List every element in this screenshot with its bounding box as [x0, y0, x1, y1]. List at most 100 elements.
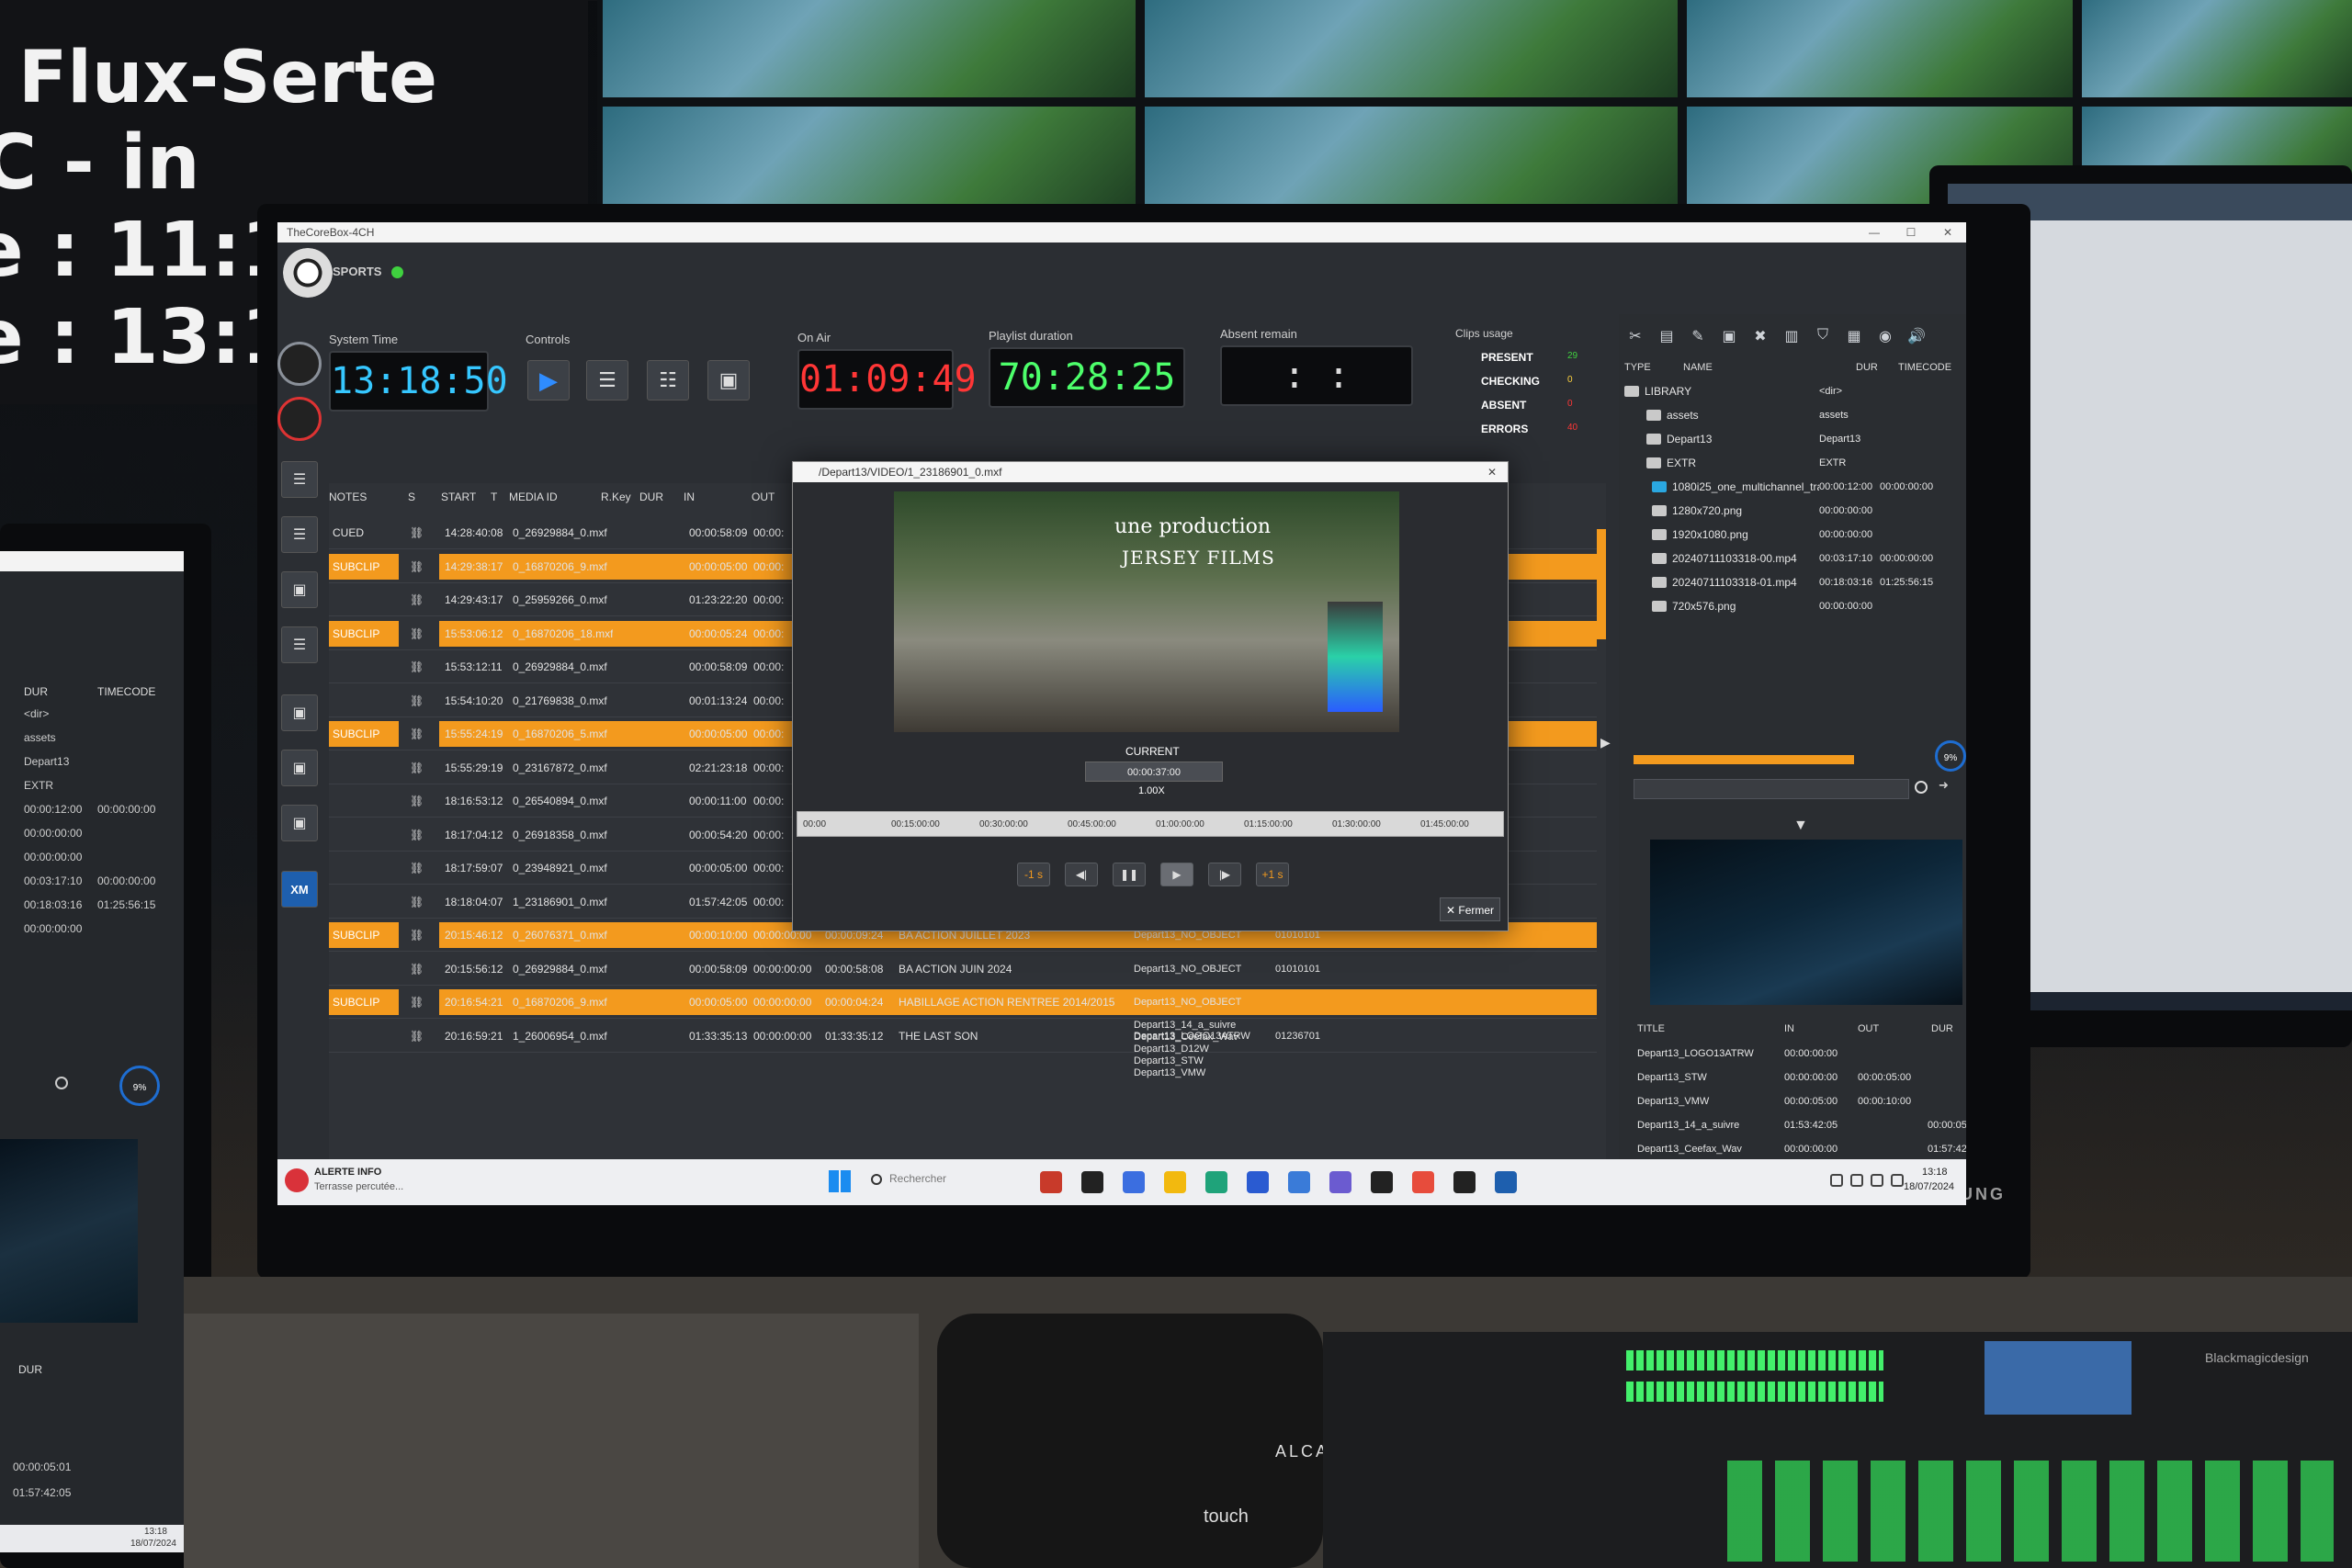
- player-close-icon[interactable]: ✕: [1487, 462, 1497, 482]
- minus-one-second-button[interactable]: -1 s: [1017, 863, 1050, 886]
- playlist-row[interactable]: ⛓ 20:16:59:21 1_26006954_0.mxf 01:33:35:13 0…: [329, 1020, 1597, 1053]
- library-item[interactable]: Depart13 Depart13: [1624, 426, 1955, 450]
- folder-icon[interactable]: ▤: [1656, 327, 1678, 349]
- taskbar-search-input[interactable]: Rechercher: [889, 1172, 946, 1185]
- scissors-icon[interactable]: ✂: [1624, 327, 1646, 349]
- link-icon[interactable]: ⛓: [410, 1020, 424, 1053]
- list-view2-button[interactable]: ☰: [281, 516, 318, 553]
- search-icon[interactable]: [1915, 781, 1928, 794]
- tablet-tray-icon[interactable]: [1871, 1174, 1883, 1187]
- delete-icon[interactable]: ✖: [1749, 327, 1771, 349]
- chat-icon[interactable]: [1123, 1171, 1145, 1193]
- link-icon[interactable]: ⛓: [410, 617, 424, 650]
- library-item[interactable]: LIBRARY <dir>: [1624, 378, 1955, 402]
- save4-button[interactable]: ▣: [281, 805, 318, 841]
- library-search-field[interactable]: [1634, 779, 1909, 799]
- xm-logo-button[interactable]: XM: [281, 871, 318, 908]
- save3-button[interactable]: ▣: [281, 750, 318, 786]
- alert-badge[interactable]: [285, 1168, 309, 1192]
- library-item[interactable]: EXTR EXTR: [1624, 450, 1955, 474]
- save2-button[interactable]: ▣: [281, 694, 318, 731]
- link-icon[interactable]: ⛓: [410, 818, 424, 852]
- channel-logo[interactable]: [283, 248, 333, 298]
- library-item[interactable]: 720x576.png 00:00:00:00: [1624, 593, 1955, 617]
- basket-icon[interactable]: ⛉: [1812, 327, 1834, 349]
- asset-row[interactable]: Depart13_14_a_suivre 01:53:42:05 00:00:05:…: [1637, 1113, 1966, 1137]
- chrome-icon[interactable]: [1412, 1171, 1434, 1193]
- pause-button[interactable]: ❚❚: [1113, 863, 1146, 886]
- link-icon[interactable]: ⛓: [410, 717, 424, 750]
- asset-row[interactable]: Depart13_VMW 00:00:05:00 00:00:10:00: [1637, 1089, 1959, 1113]
- save-control-button[interactable]: ▣: [707, 360, 750, 400]
- link-icon[interactable]: ⛓: [410, 919, 424, 952]
- save-icon[interactable]: ▣: [1718, 327, 1740, 349]
- frame-forward-button[interactable]: |▶: [1208, 863, 1241, 886]
- play-player-button[interactable]: ▶: [1160, 863, 1193, 886]
- save-button[interactable]: ▣: [281, 571, 318, 608]
- list-view-button[interactable]: ☰: [281, 461, 318, 498]
- playlist-row[interactable]: SUBCLIP ⛓ 20:16:54:21 0_16870206_9.mxf 00:00…: [329, 986, 1597, 1019]
- list-view3-button[interactable]: ☰: [281, 626, 318, 663]
- link-icon[interactable]: ⛓: [410, 751, 424, 784]
- link-icon[interactable]: ⛓: [410, 684, 424, 717]
- volume-tray-icon[interactable]: [1891, 1174, 1904, 1187]
- import-icon[interactable]: ▥: [1781, 327, 1803, 349]
- news-icon[interactable]: [1040, 1171, 1062, 1193]
- close-window-icon[interactable]: ✕: [1929, 222, 1966, 243]
- link-icon[interactable]: ⛓: [410, 650, 424, 683]
- list-down-button[interactable]: ☷: [647, 360, 689, 400]
- library-item[interactable]: 1080i25_one_multichannel_track.mov00:00:…: [1624, 474, 1955, 498]
- windows-start-icon[interactable]: [829, 1170, 851, 1192]
- fermer-button[interactable]: ✕ Fermer: [1440, 897, 1500, 921]
- library-item[interactable]: 20240711103318-01.mp4 00:18:03:16 01:25:56…: [1624, 570, 1955, 593]
- play-button[interactable]: ▶: [527, 360, 570, 400]
- library-item[interactable]: assets assets: [1624, 402, 1955, 426]
- network-icon[interactable]: [1329, 1171, 1351, 1193]
- current-timecode-field[interactable]: 00:00:37:00: [1085, 761, 1223, 782]
- player-timeline[interactable]: 00:00 00:15:00:00 00:30:00:00 00:45:00:00 01…: [797, 811, 1504, 837]
- list-control-button[interactable]: ☰: [586, 360, 628, 400]
- link-icon[interactable]: ⛓: [410, 550, 424, 583]
- globe-icon[interactable]: ◉: [1874, 327, 1896, 349]
- library-item[interactable]: 1280x720.png 00:00:00:00: [1624, 498, 1955, 522]
- terminal-icon[interactable]: [1453, 1171, 1476, 1193]
- export-icon[interactable]: ▦: [1843, 327, 1865, 349]
- folder-icon[interactable]: [1164, 1171, 1186, 1193]
- minimize-window-icon[interactable]: —: [1856, 222, 1893, 243]
- tools-icon[interactable]: [1288, 1171, 1310, 1193]
- plus-one-second-button[interactable]: +1 s: [1256, 863, 1289, 886]
- asset-row[interactable]: Depart13_Ceefax_Wav 00:00:00:00 01:57:42:0…: [1637, 1137, 1966, 1161]
- playlist-row[interactable]: ⛓ 20:15:56:12 0_26929884_0.mxf 00:00:58:09 0…: [329, 953, 1597, 986]
- frame-back-button[interactable]: ◀|: [1065, 863, 1098, 886]
- link-icon[interactable]: ⛓: [410, 516, 424, 549]
- link-icon[interactable]: ⛓: [410, 986, 424, 1019]
- link-icon[interactable]: ⛓: [410, 852, 424, 885]
- store-icon[interactable]: [1247, 1171, 1269, 1193]
- link-icon[interactable]: ⛓: [410, 953, 424, 986]
- xm-app-icon[interactable]: [1495, 1171, 1517, 1193]
- playlist-scrollbar[interactable]: [1597, 529, 1606, 639]
- channel-ring-button[interactable]: [277, 342, 322, 386]
- asset-row[interactable]: Depart13_STW 00:00:00:00 00:00:05:00: [1637, 1066, 1959, 1089]
- library-arrow-icon[interactable]: ➜: [1939, 778, 1949, 793]
- preview-expand-icon[interactable]: ▼: [1793, 818, 1808, 834]
- library-item[interactable]: 1920x1080.png 00:00:00:00: [1624, 522, 1955, 546]
- speaker-icon[interactable]: 🔊: [1905, 327, 1928, 349]
- edit-icon[interactable]: ✎: [1687, 327, 1709, 349]
- edge-icon[interactable]: [1205, 1171, 1227, 1193]
- link-icon[interactable]: ⛓: [410, 784, 424, 818]
- chevron-up-icon[interactable]: [1830, 1174, 1843, 1187]
- alert-title[interactable]: ALERTE INFO: [314, 1167, 381, 1178]
- library-hscroll[interactable]: [1634, 755, 1854, 764]
- file-explorer-icon[interactable]: [1081, 1171, 1103, 1193]
- record-ring-button[interactable]: [277, 397, 322, 441]
- library-toggle-icon[interactable]: ▶: [1600, 735, 1611, 750]
- network-tray-icon[interactable]: [1850, 1174, 1863, 1187]
- link-icon[interactable]: ⛓: [410, 583, 424, 616]
- maximize-window-icon[interactable]: ☐: [1893, 222, 1929, 243]
- taskbar-search-icon[interactable]: [871, 1174, 882, 1185]
- media-icon[interactable]: [1371, 1171, 1393, 1193]
- left-search-icon[interactable]: [55, 1077, 68, 1089]
- asset-row[interactable]: Depart13_LOGO13ATRW 00:00:00:00: [1637, 1042, 1959, 1066]
- link-icon[interactable]: ⛓: [410, 886, 424, 919]
